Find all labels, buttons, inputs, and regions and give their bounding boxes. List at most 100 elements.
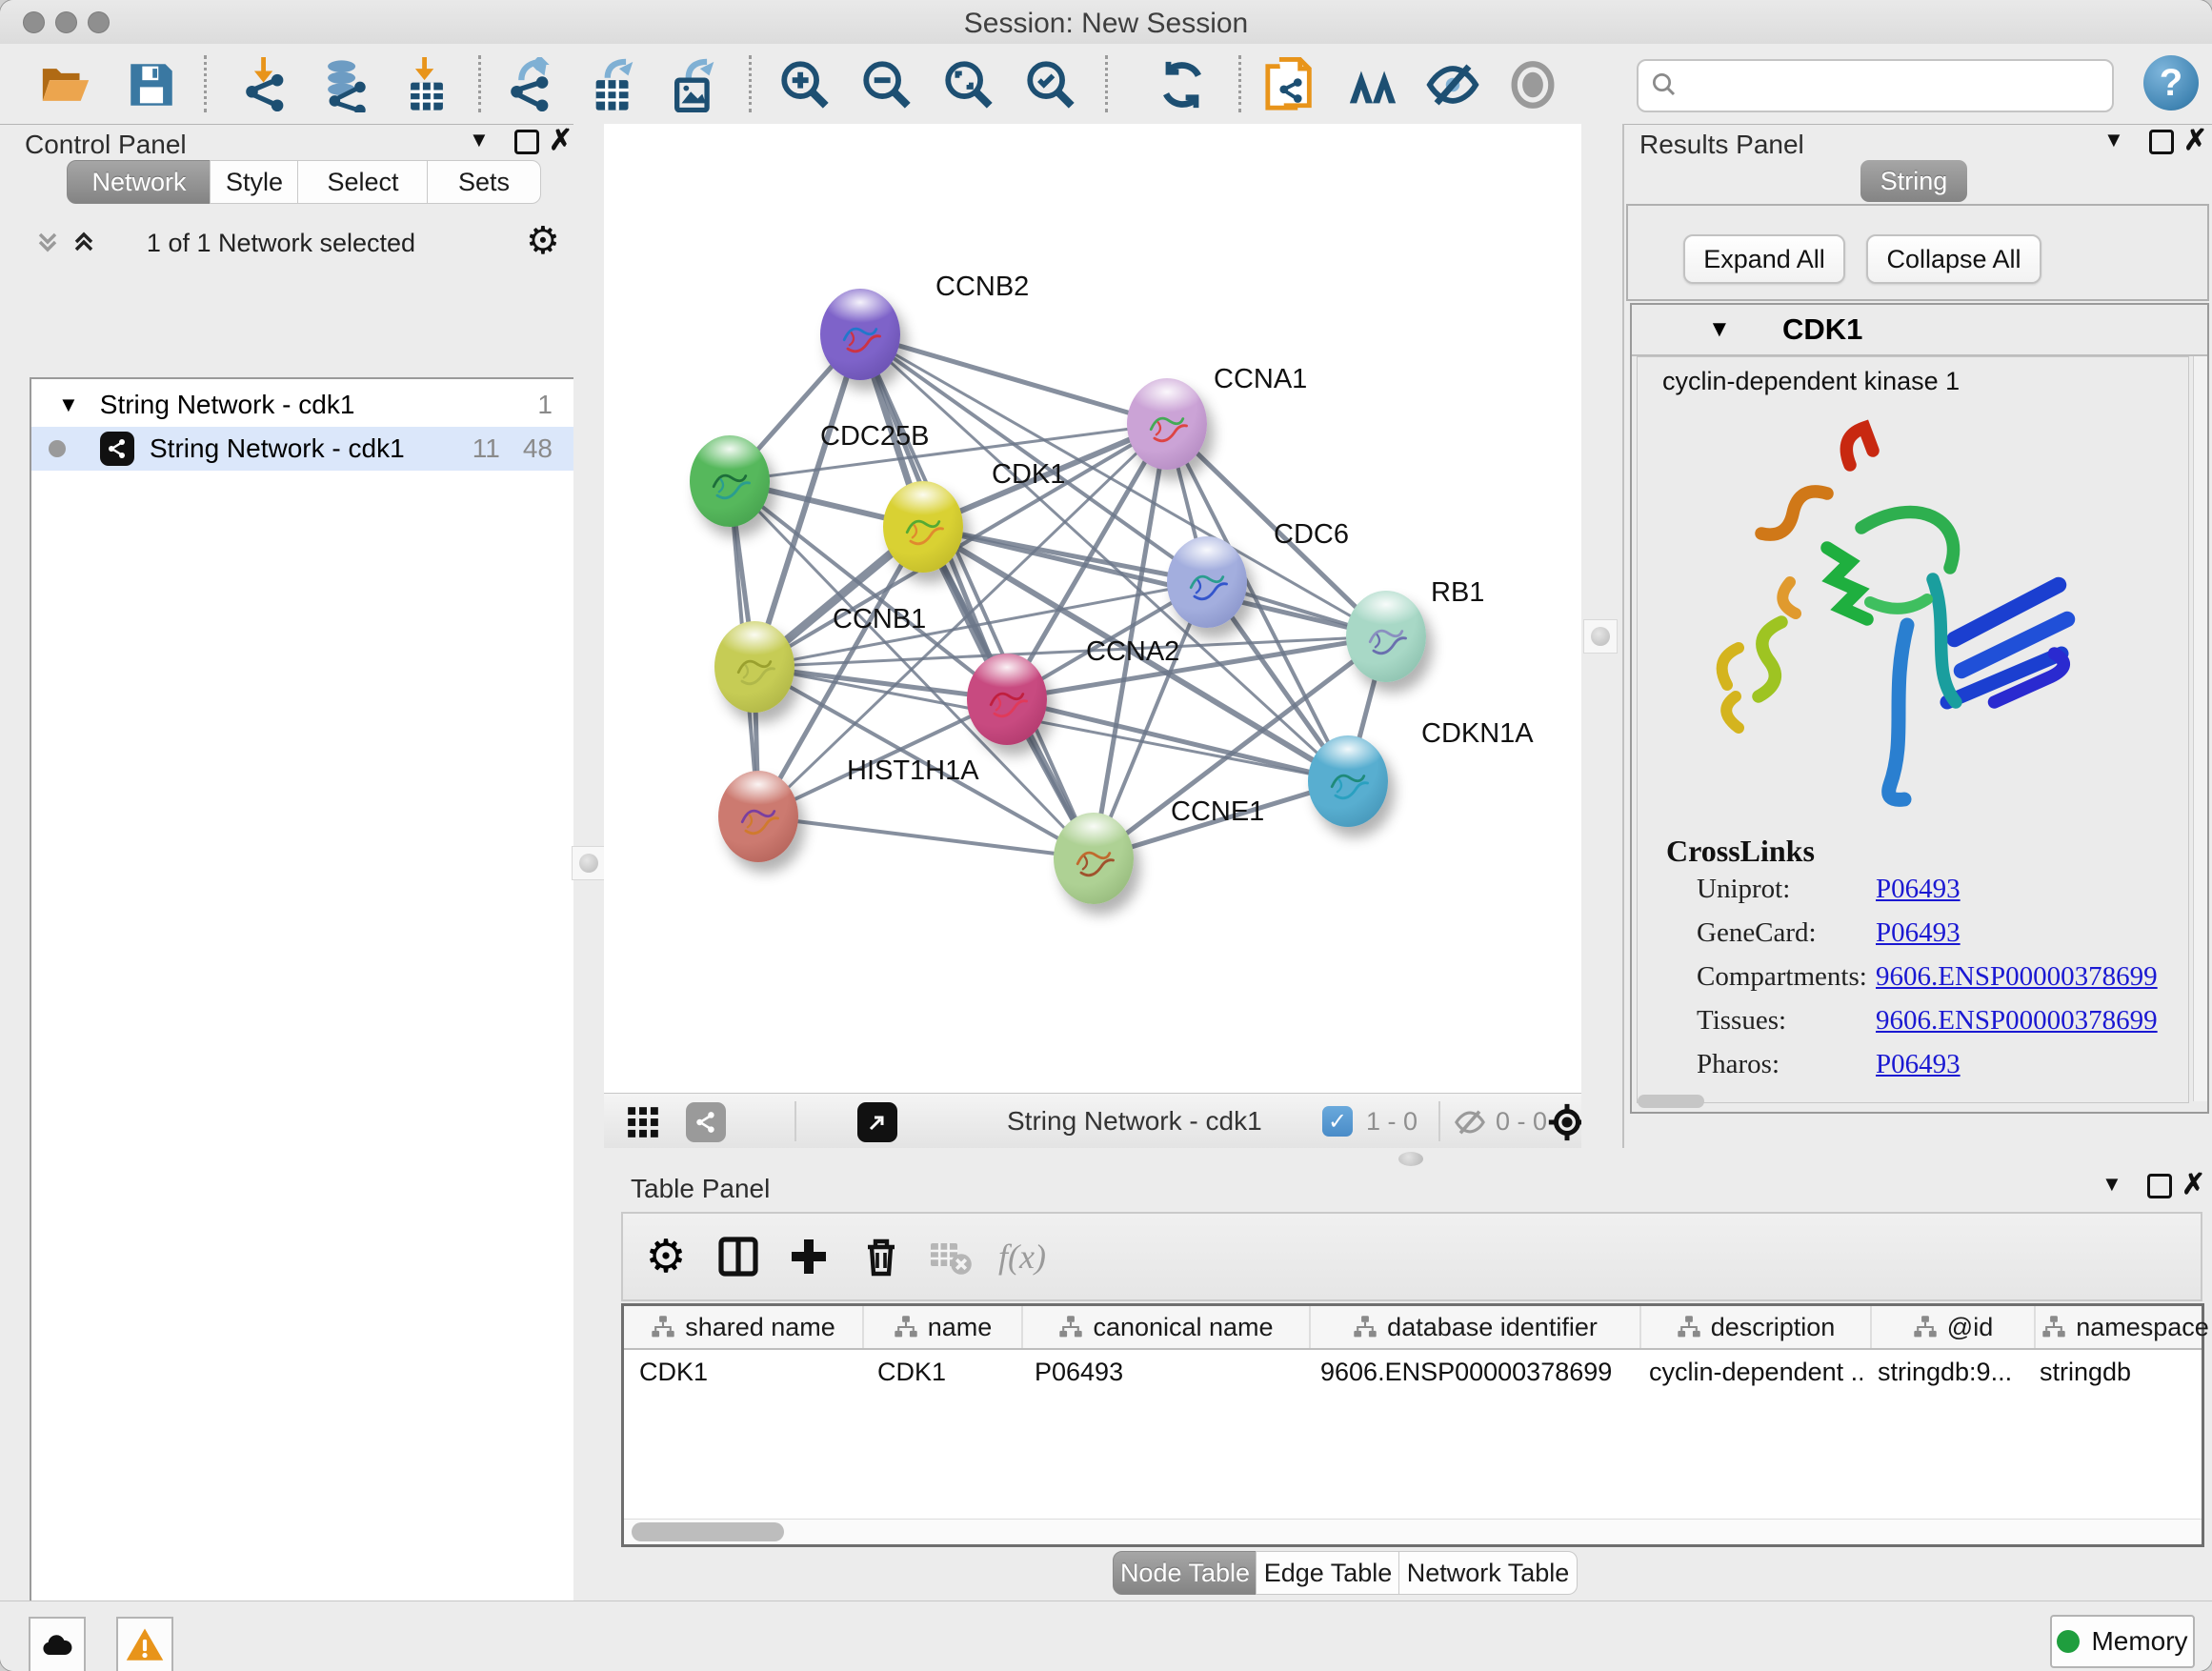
tab-node-table[interactable]: Node Table — [1113, 1551, 1257, 1595]
hide-selected-icon[interactable] — [1421, 53, 1484, 116]
column-header-shared-name[interactable]: shared name — [624, 1306, 864, 1348]
network-node-cdc25b[interactable] — [690, 435, 770, 527]
expand-all-icon[interactable] — [69, 227, 99, 262]
collapse-all-button[interactable]: Collapse All — [1866, 234, 2041, 284]
results-hscroll-thumb[interactable] — [1638, 1095, 1704, 1108]
gene-card-header[interactable]: ▼ CDK1 — [1632, 305, 2207, 356]
table-hscroll-thumb[interactable] — [632, 1522, 784, 1541]
import-network-database-icon[interactable] — [312, 53, 375, 116]
gene-expander-icon[interactable]: ▼ — [1708, 316, 1731, 343]
crosslink-link[interactable]: 9606.ENSP00000378699 — [1876, 961, 2158, 993]
network-options-gear-icon[interactable]: ⚙ — [526, 219, 560, 263]
column-header-name[interactable]: name — [864, 1306, 1023, 1348]
warning-status-icon[interactable] — [116, 1617, 173, 1671]
zoom-in-icon[interactable] — [774, 53, 836, 116]
cloud-status-icon[interactable] — [29, 1617, 86, 1671]
title-bar[interactable]: Session: New Session — [0, 0, 2212, 45]
search-field[interactable] — [1637, 59, 2114, 112]
control-panel-close-icon[interactable]: ✗ — [549, 131, 573, 151]
results-panel-float-icon[interactable] — [2149, 130, 2174, 159]
tab-network-table[interactable]: Network Table — [1398, 1551, 1578, 1595]
crosslink-link[interactable]: P06493 — [1876, 917, 1961, 949]
zoom-out-icon[interactable] — [855, 53, 918, 116]
control-panel-menu-icon[interactable]: ▼ — [469, 128, 490, 152]
column-header-description[interactable]: description — [1641, 1306, 1872, 1348]
export-network-icon[interactable] — [499, 53, 562, 116]
horizontal-splitter-handle[interactable] — [1398, 1152, 1423, 1166]
search-input[interactable] — [1686, 63, 2100, 105]
zoom-fit-icon[interactable] — [937, 53, 1000, 116]
tab-network[interactable]: Network — [67, 160, 211, 204]
hidden-eye-icon[interactable] — [1454, 1106, 1486, 1143]
tab-select[interactable]: Select — [297, 160, 429, 204]
tab-sets[interactable]: Sets — [427, 160, 541, 204]
table-row[interactable]: CDK1CDK1P064939606.ENSP00000378699cyclin… — [624, 1350, 2202, 1394]
apply-layout-icon[interactable] — [1151, 53, 1214, 116]
tab-style[interactable]: Style — [210, 160, 299, 204]
crosslink-label: Uniprot: — [1697, 874, 1790, 904]
right-splitter[interactable] — [1581, 124, 1624, 1148]
table-settings-gear-icon[interactable]: ⚙ — [636, 1227, 695, 1286]
network-node-ccnb2[interactable] — [820, 289, 900, 380]
column-header-canonical-name[interactable]: canonical name — [1023, 1306, 1311, 1348]
table-panel-float-icon[interactable] — [2147, 1174, 2172, 1203]
column-header-namespace[interactable]: namespace — [2036, 1306, 2212, 1348]
results-scrollbar[interactable] — [2193, 356, 2207, 1101]
crosslink-link[interactable]: 9606.ENSP00000378699 — [1876, 1005, 2158, 1037]
network-node-hist1h1a[interactable] — [718, 771, 798, 862]
birdseye-view-icon[interactable] — [625, 1104, 661, 1145]
save-session-icon[interactable] — [120, 53, 183, 116]
crosslink-link[interactable]: P06493 — [1876, 1049, 1961, 1080]
horizontal-splitter[interactable] — [604, 1148, 2212, 1170]
string-style-icon[interactable] — [686, 1102, 726, 1142]
network-row[interactable]: String Network - cdk1 11 48 — [31, 427, 573, 471]
network-node-ccnb1[interactable] — [714, 621, 794, 713]
right-splitter-handle[interactable] — [1583, 619, 1618, 654]
left-splitter[interactable] — [573, 124, 604, 1601]
tab-edge-table[interactable]: Edge Table — [1256, 1551, 1400, 1595]
node-table: shared namenamecanonical namedatabase id… — [621, 1303, 2204, 1547]
table-cell: P06493 — [1019, 1350, 1305, 1394]
results-panel-close-icon[interactable]: ✗ — [2183, 131, 2207, 151]
export-image-icon[interactable] — [664, 53, 727, 116]
collapse-all-icon[interactable] — [32, 227, 63, 262]
table-panel-menu-icon[interactable]: ▼ — [2101, 1172, 2122, 1197]
import-network-file-icon[interactable] — [234, 53, 297, 116]
table-panel-close-icon[interactable]: ✗ — [2182, 1176, 2205, 1195]
network-node-ccne1[interactable] — [1054, 813, 1134, 904]
network-collection-row[interactable]: ▼ String Network - cdk1 1 — [31, 383, 573, 427]
add-column-icon[interactable] — [779, 1227, 838, 1286]
tab-string[interactable]: String — [1860, 160, 1967, 202]
network-node-rb1[interactable] — [1346, 591, 1426, 682]
network-node-ccna2[interactable] — [967, 654, 1047, 745]
left-splitter-handle[interactable] — [572, 846, 606, 880]
network-node-cdk1[interactable] — [883, 481, 963, 573]
selected-checkbox-icon[interactable]: ✓ — [1322, 1106, 1353, 1137]
collection-expander-icon[interactable]: ▼ — [58, 393, 79, 417]
export-table-icon[interactable] — [583, 53, 646, 116]
detach-view-icon[interactable] — [857, 1102, 897, 1142]
zoom-selected-icon[interactable] — [1019, 53, 1082, 116]
network-node-cdkn1a[interactable] — [1308, 735, 1388, 827]
crosslink-link[interactable]: P06493 — [1876, 874, 1961, 905]
help-icon[interactable]: ? — [2143, 55, 2199, 111]
table-hscrollbar[interactable] — [624, 1519, 2202, 1544]
network-node-cdc6[interactable] — [1167, 536, 1247, 628]
show-all-icon[interactable] — [1501, 53, 1564, 116]
memory-button[interactable]: Memory — [2050, 1615, 2195, 1668]
control-panel-float-icon[interactable] — [514, 130, 539, 159]
first-neighbors-icon[interactable] — [1341, 53, 1404, 116]
expand-all-button[interactable]: Expand All — [1683, 234, 1845, 284]
delete-table-icon[interactable] — [920, 1227, 979, 1286]
import-table-file-icon[interactable] — [395, 53, 458, 116]
column-header--id[interactable]: @id — [1872, 1306, 2036, 1348]
show-columns-icon[interactable] — [709, 1227, 768, 1286]
open-session-icon[interactable] — [34, 53, 97, 116]
column-header-database-identifier[interactable]: database identifier — [1311, 1306, 1641, 1348]
network-canvas[interactable]: CCNB2CCNA1CDC25BCDK1CDC6RB1CCNB1CCNA2CDK… — [604, 124, 1581, 1093]
main-toolbar: ? — [0, 44, 2212, 125]
results-panel-menu-icon[interactable]: ▼ — [2103, 128, 2124, 152]
network-node-ccna1[interactable] — [1127, 378, 1207, 470]
delete-column-icon[interactable] — [852, 1227, 911, 1286]
new-network-from-selection-icon[interactable] — [1259, 53, 1322, 116]
